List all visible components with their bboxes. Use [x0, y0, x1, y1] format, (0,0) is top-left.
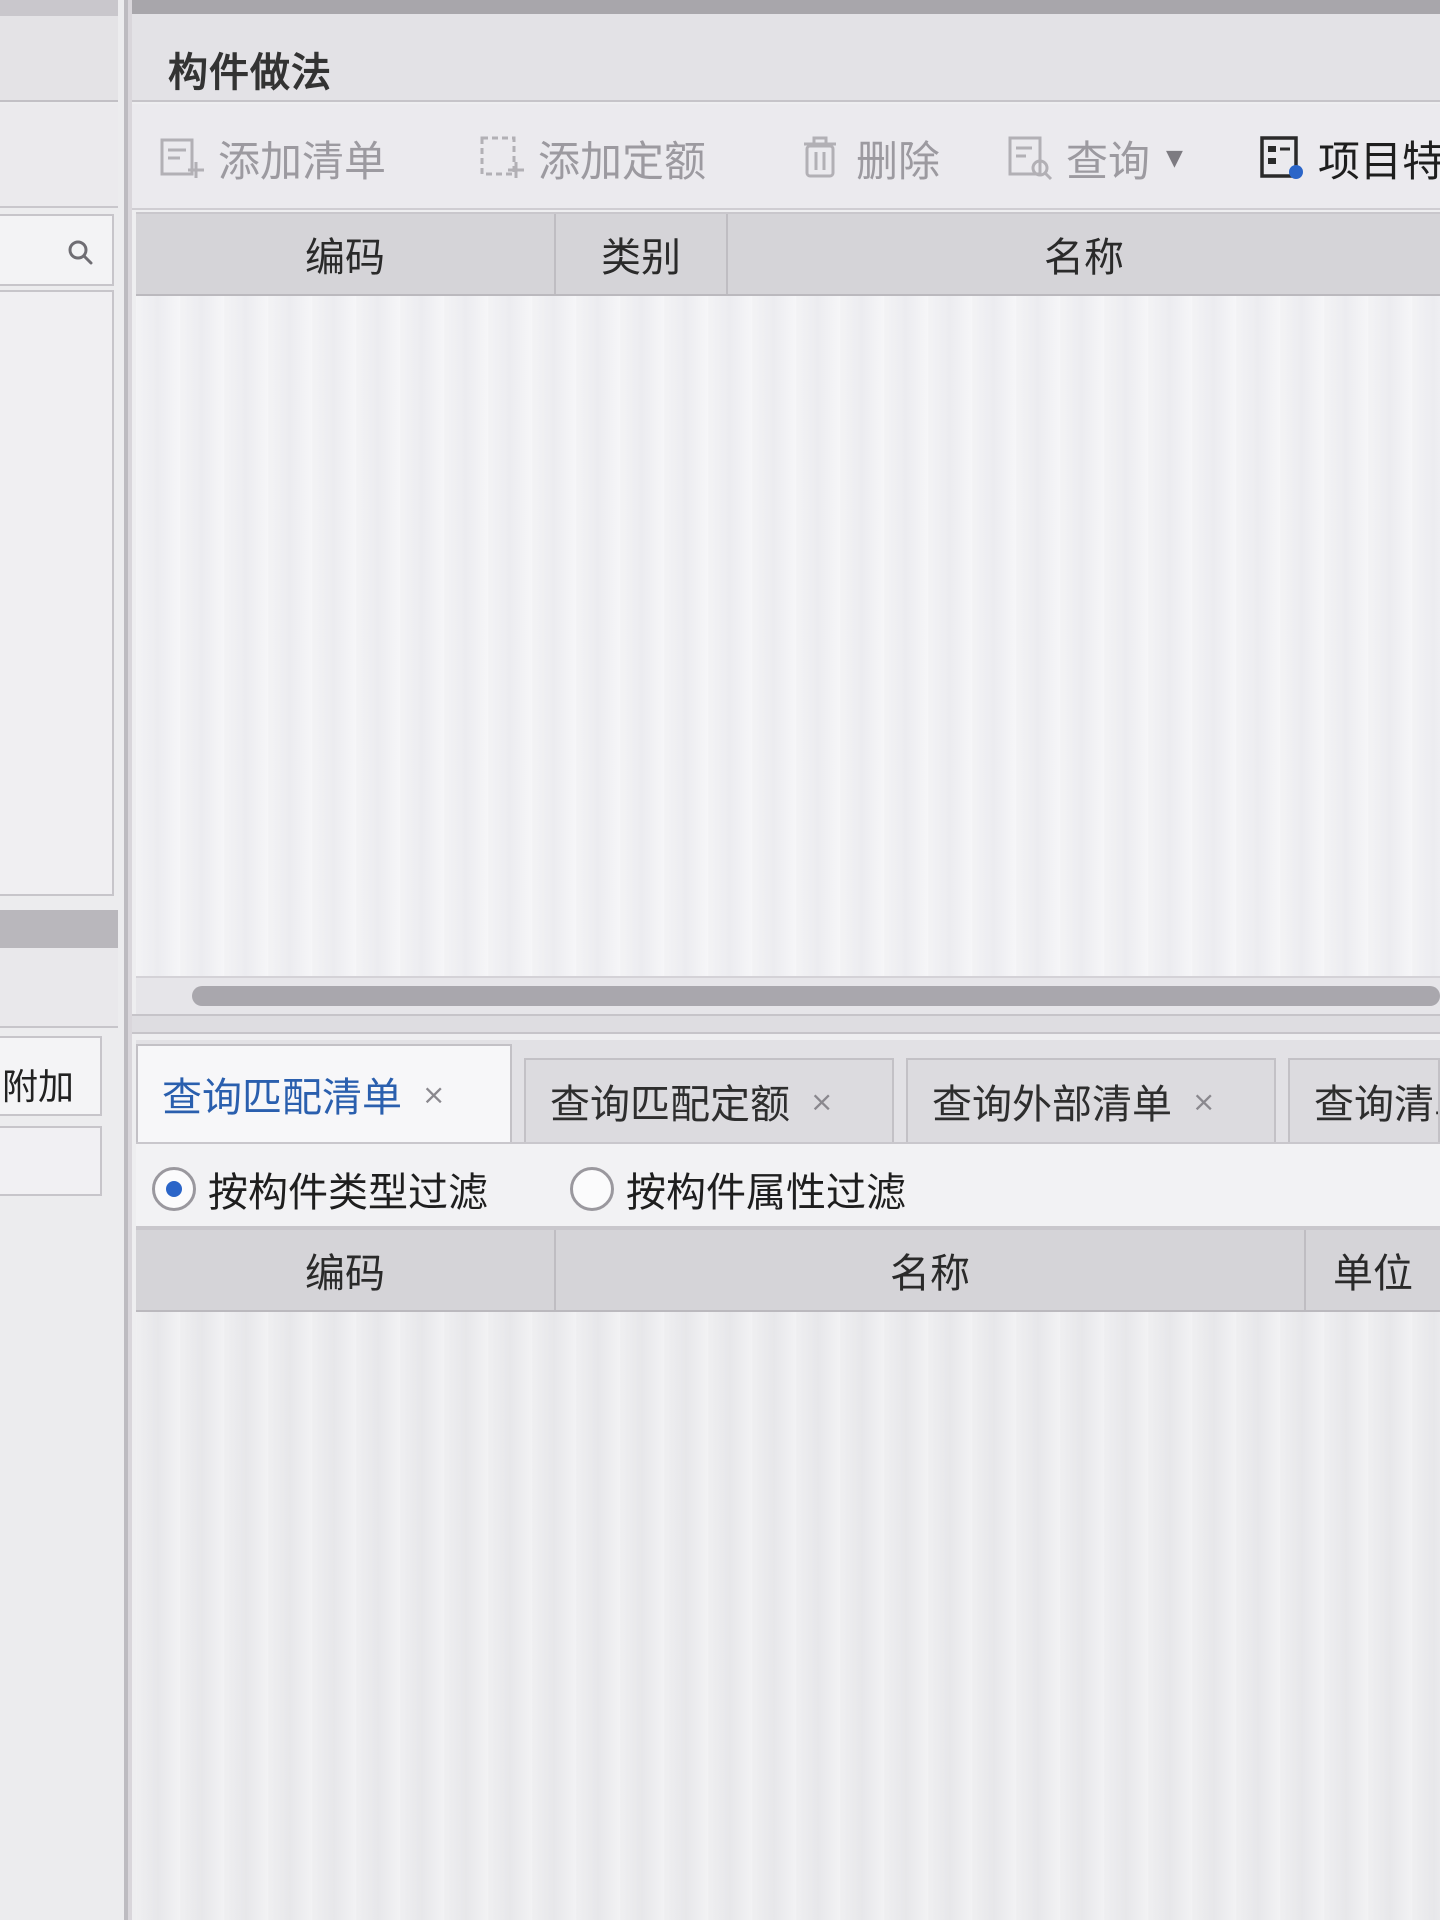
tab-query-match-quota[interactable]: 查询匹配定额 × — [524, 1058, 894, 1142]
left-tab-attach[interactable]: 附加 — [0, 1036, 102, 1116]
left-search-input[interactable] — [0, 214, 114, 286]
radio-checked-icon[interactable] — [152, 1167, 196, 1211]
delete-button[interactable]: 删除 — [794, 128, 940, 188]
col-header-name[interactable]: 名称 — [728, 214, 1440, 294]
query-label: 查询 — [1066, 136, 1151, 186]
top-table-body[interactable] — [136, 296, 1440, 996]
left-panel-header — [0, 16, 118, 102]
query-tabs: 查询匹配清单 × 查询匹配定额 × 查询外部清单 × 查询清单 — [136, 1040, 1440, 1142]
col-header-code[interactable]: 编码 — [136, 214, 556, 294]
scrollbar-thumb[interactable] — [192, 986, 1440, 1006]
close-icon[interactable]: × — [422, 1078, 445, 1111]
project-feature-icon — [1260, 136, 1303, 179]
filter-by-attr-label: 按构件属性过滤 — [626, 1170, 906, 1216]
query-dropdown-button[interactable]: 查询 ▼ — [1004, 128, 1183, 188]
component-method-panel: 构件做法 添加清单 添加定额 删除 查询 ▼ 项目特 编码 类别 名称 查询匹配… — [132, 0, 1440, 1920]
toolbar: 添加清单 添加定额 删除 查询 ▼ 项目特 — [132, 104, 1440, 210]
col-header-category[interactable]: 类别 — [556, 214, 728, 294]
left-panel-divider — [0, 910, 118, 948]
close-icon[interactable]: × — [810, 1085, 833, 1118]
main-top-band — [132, 0, 1440, 14]
left-panel-top-band — [0, 0, 118, 16]
top-table-header: 编码 类别 名称 — [136, 212, 1440, 296]
left-sub-header — [0, 948, 118, 1028]
bottom-table-header: 编码 名称 单位 — [136, 1228, 1440, 1312]
tab-label: 查询匹配清单 — [162, 1075, 402, 1121]
add-list-label: 添加清单 — [218, 136, 387, 186]
tab-label: 查询外部清单 — [932, 1082, 1172, 1128]
add-quota-icon — [480, 136, 524, 178]
radio-unchecked-icon[interactable] — [570, 1167, 614, 1211]
left-tab-label: 附加 — [2, 1067, 75, 1108]
filter-by-attr-radio[interactable]: 按构件属性过滤 — [570, 1160, 906, 1218]
add-list-button[interactable]: 添加清单 — [156, 128, 386, 188]
add-quota-label: 添加定额 — [538, 136, 707, 186]
tab-query-external-list[interactable]: 查询外部清单 × — [906, 1058, 1276, 1142]
close-icon[interactable]: × — [1192, 1085, 1215, 1118]
add-list-icon — [160, 138, 204, 178]
caret-down-icon[interactable]: ▼ — [1166, 146, 1183, 171]
left-panel-toolbar — [0, 104, 118, 208]
col-header-unit[interactable]: 单位 — [1306, 1230, 1440, 1310]
tab-query-match-list[interactable]: 查询匹配清单 × — [136, 1044, 512, 1142]
tab-query-list[interactable]: 查询清单 — [1288, 1058, 1440, 1142]
horizontal-scrollbar[interactable] — [136, 976, 1440, 1014]
left-tree-list[interactable] — [0, 290, 114, 896]
bottom-table-body[interactable] — [136, 1312, 1440, 1920]
panel-title: 构件做法 — [168, 50, 332, 96]
tab-label: 查询匹配定额 — [550, 1082, 790, 1128]
add-quota-button[interactable]: 添加定额 — [476, 128, 706, 188]
filter-options: 按构件类型过滤 按构件属性过滤 — [136, 1142, 1440, 1228]
query-icon — [1008, 136, 1053, 181]
filter-by-type-label: 按构件类型过滤 — [208, 1170, 488, 1216]
project-feature-button[interactable]: 项目特 — [1256, 128, 1440, 188]
tab-label: 查询清单 — [1314, 1082, 1438, 1128]
col-header-name[interactable]: 名称 — [556, 1230, 1306, 1310]
left-field[interactable] — [0, 1126, 102, 1196]
left-panel: 附加 — [0, 0, 128, 1920]
splitter-handle[interactable] — [132, 1014, 1440, 1034]
filter-by-type-radio[interactable]: 按构件类型过滤 — [152, 1160, 488, 1218]
search-icon[interactable] — [66, 238, 94, 266]
trash-icon — [804, 136, 836, 178]
col-header-code[interactable]: 编码 — [136, 1230, 556, 1310]
project-feature-label: 项目特 — [1318, 136, 1440, 186]
panel-title-bar: 构件做法 — [132, 14, 1440, 102]
delete-label: 删除 — [856, 136, 941, 186]
